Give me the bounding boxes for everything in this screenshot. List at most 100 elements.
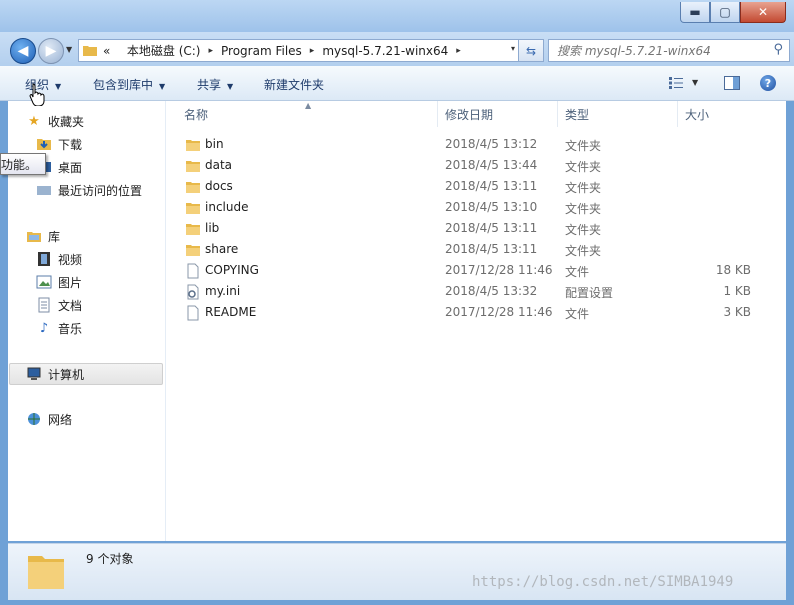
address-dropdown[interactable]: ▾	[511, 44, 515, 53]
tooltip: 功能。	[0, 153, 46, 175]
file-type: 文件	[565, 307, 590, 321]
file-type: 文件夹	[565, 202, 602, 216]
nav-item-videos[interactable]: 视频	[36, 249, 82, 269]
chevron-down-icon: ▼	[227, 82, 234, 91]
nav-libraries[interactable]: 库	[26, 226, 60, 246]
address-row: ◀ ▶ ▼ « ▸ 本地磁盘 (C:) ▸ Program Files ▸ my…	[0, 32, 794, 66]
nav-item-music[interactable]: ♪ 音乐	[36, 318, 82, 338]
file-icon	[185, 263, 201, 279]
folder-icon	[185, 179, 201, 195]
file-row[interactable]: data 2018/4/5 13:44 文件夹	[166, 155, 776, 176]
nav-item-pictures[interactable]: 图片	[36, 272, 82, 292]
breadcrumb-overflow[interactable]: «	[103, 44, 110, 58]
file-row[interactable]: my.ini 2018/4/5 13:32 配置设置 1 KB	[166, 281, 776, 302]
breadcrumb: « ▸ 本地磁盘 (C:) ▸ Program Files ▸ mysql-5.…	[103, 42, 469, 59]
column-header-size[interactable]: 大小	[678, 101, 768, 127]
share-menu[interactable]: 共享 ▼	[197, 76, 233, 93]
preview-pane-icon	[724, 76, 740, 90]
nav-item-label: 文档	[58, 298, 83, 313]
nav-computer[interactable]: 计算机	[9, 363, 163, 385]
nav-favorites[interactable]: ★ 收藏夹	[26, 111, 84, 131]
include-in-library-menu[interactable]: 包含到库中 ▼	[93, 76, 165, 93]
file-row[interactable]: lib 2018/4/5 13:11 文件夹	[166, 218, 776, 239]
forward-button[interactable]: ▶	[38, 38, 64, 64]
watermark-text: https://blog.csdn.net/SIMBA1949	[472, 574, 734, 590]
chevron-down-icon: ▼	[55, 82, 62, 91]
new-folder-button[interactable]: 新建文件夹	[264, 76, 324, 93]
address-bar[interactable]: « ▸ 本地磁盘 (C:) ▸ Program Files ▸ mysql-5.…	[78, 39, 520, 62]
breadcrumb-item[interactable]: Program Files	[221, 44, 302, 58]
column-header-label: 名称	[184, 107, 209, 122]
file-name: README	[205, 305, 257, 319]
tooltip-text: 功能。	[1, 157, 38, 172]
preview-pane-button[interactable]	[724, 76, 740, 93]
file-type: 文件夹	[565, 223, 602, 237]
file-name: lib	[205, 221, 220, 235]
maximize-button[interactable]: ▢	[710, 2, 740, 23]
breadcrumb-item[interactable]: mysql-5.7.21-winx64	[322, 44, 448, 58]
file-modified: 2018/4/5 13:12	[445, 137, 538, 151]
view-details-icon	[669, 77, 683, 89]
nav-item-documents[interactable]: 文档	[36, 295, 82, 315]
folder-icon	[185, 137, 201, 153]
file-modified: 2018/4/5 13:10	[445, 200, 538, 214]
config-file-icon	[185, 284, 201, 300]
file-name: share	[205, 242, 239, 256]
back-button[interactable]: ◀	[10, 38, 36, 64]
nav-network[interactable]: 网络	[26, 409, 72, 429]
arrow-left-icon: ◀	[17, 43, 29, 59]
nav-item-downloads[interactable]: 下载	[36, 134, 82, 154]
window-controls: ▬ ▢ ✕	[680, 2, 786, 23]
music-icon: ♪	[39, 320, 49, 336]
file-row[interactable]: bin 2018/4/5 13:12 文件夹	[166, 134, 776, 155]
file-type: 文件夹	[565, 160, 602, 174]
view-options-dropdown[interactable]: ▼	[692, 78, 698, 87]
breadcrumb-separator[interactable]: ▸	[456, 46, 461, 56]
file-type: 文件夹	[565, 139, 602, 153]
search-box: ⚲	[548, 39, 790, 62]
file-modified: 2017/12/28 11:46	[445, 263, 553, 277]
title-bar[interactable]: ▬ ▢ ✕	[0, 0, 794, 32]
search-icon[interactable]: ⚲	[773, 42, 783, 57]
minimize-button[interactable]: ▬	[680, 2, 710, 23]
file-type: 文件夹	[565, 244, 602, 258]
share-label: 共享	[197, 78, 222, 92]
file-row[interactable]: share 2018/4/5 13:11 文件夹	[166, 239, 776, 260]
nav-item-label: 图片	[58, 275, 83, 290]
arrow-right-icon: ▶	[45, 43, 57, 59]
download-folder-icon	[36, 136, 52, 152]
recent-pages-dropdown[interactable]: ▼	[66, 45, 72, 54]
column-header-name[interactable]: 名称	[166, 101, 438, 127]
close-button[interactable]: ✕	[740, 2, 786, 23]
computer-icon	[26, 366, 42, 382]
file-type: 文件	[565, 265, 590, 279]
breadcrumb-separator[interactable]: ▸	[208, 46, 213, 56]
file-row[interactable]: docs 2018/4/5 13:11 文件夹	[166, 176, 776, 197]
nav-network-label: 网络	[48, 412, 73, 427]
breadcrumb-separator[interactable]: ▸	[310, 46, 315, 56]
column-header-type[interactable]: 类型	[558, 101, 678, 127]
file-row[interactable]: README 2017/12/28 11:46 文件 3 KB	[166, 302, 776, 323]
video-icon	[36, 251, 52, 267]
explorer-window: ▬ ▢ ✕ ◀ ▶ ▼ « ▸ 本地磁盘 (C:) ▸ Program File…	[0, 0, 794, 605]
nav-item-recent-places[interactable]: 最近访问的位置	[36, 180, 142, 200]
picture-icon	[36, 274, 52, 290]
file-row[interactable]: include 2018/4/5 13:10 文件夹	[166, 197, 776, 218]
document-icon	[36, 297, 52, 313]
file-name: docs	[205, 179, 233, 193]
nav-computer-label: 计算机	[48, 367, 85, 382]
breadcrumb-item[interactable]: 本地磁盘 (C:)	[127, 42, 201, 59]
refresh-button[interactable]: ⇆	[518, 39, 544, 62]
nav-libraries-label: 库	[48, 229, 61, 244]
search-input[interactable]	[549, 42, 769, 59]
file-row[interactable]: COPYING 2017/12/28 11:46 文件 18 KB	[166, 260, 776, 281]
folder-icon	[28, 556, 64, 589]
change-view-button[interactable]	[668, 76, 684, 93]
column-header-modified[interactable]: 修改日期	[438, 101, 558, 127]
column-header-label: 类型	[565, 107, 590, 122]
help-button[interactable]: ?	[760, 75, 776, 91]
refresh-icon: ⇆	[525, 43, 537, 58]
file-name: COPYING	[205, 263, 259, 277]
file-icon	[185, 305, 201, 321]
file-modified: 2018/4/5 13:11	[445, 179, 538, 193]
